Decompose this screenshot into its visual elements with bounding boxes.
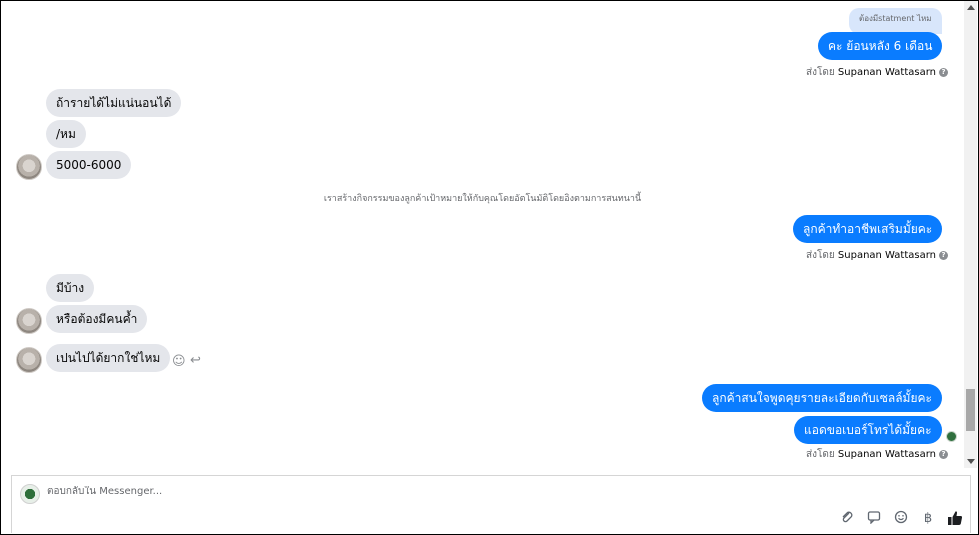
message-bubble-incoming[interactable]: ถ้ารายได้ไม่แน่นอนได้ bbox=[46, 89, 182, 117]
reply-input[interactable] bbox=[47, 486, 647, 497]
baht-icon[interactable]: ฿ bbox=[919, 510, 937, 528]
paperclip-icon[interactable] bbox=[838, 510, 856, 528]
message-bubble-incoming[interactable]: เปนไปได้ยากใช่ไหม bbox=[46, 344, 171, 372]
message-bubble-incoming[interactable]: มีบ้าง bbox=[46, 274, 95, 302]
thread-scrollbar[interactable] bbox=[964, 1, 977, 468]
sender-name: Supanan Wattasarn bbox=[837, 67, 937, 78]
scroll-up-arrow-icon[interactable] bbox=[967, 5, 975, 10]
emoji-icon[interactable] bbox=[892, 510, 910, 528]
sender-name: Supanan Wattasarn bbox=[837, 449, 937, 460]
message-thread: ต้องมีstatment ไหม คะ ย้อนหลัง 6 เดือน ส… bbox=[1, 1, 964, 468]
message-bubble-incoming[interactable]: หรือต้องมีคนค้ำ bbox=[46, 305, 148, 333]
scroll-down-arrow-icon[interactable] bbox=[967, 459, 975, 464]
sent-by-label: ส่งโดย Supanan Wattasarn? bbox=[806, 248, 949, 263]
smiley-icon[interactable]: ☺ bbox=[172, 354, 186, 369]
message-bubble-incoming[interactable]: 5000-6000 bbox=[46, 151, 132, 179]
help-icon[interactable]: ? bbox=[939, 250, 949, 260]
message-bubble-outgoing[interactable]: ลูกค้าสนใจพูดคุยรายละเอียดกับเซลล์มั้ยคะ bbox=[702, 384, 942, 412]
thumbs-up-icon[interactable] bbox=[946, 510, 964, 528]
message-bubble-outgoing[interactable]: คะ ย้อนหลัง 6 เดือน bbox=[818, 32, 943, 60]
message-bubble-outgoing[interactable]: แอดขอเบอร์โทรได้มั้ยคะ bbox=[794, 416, 942, 444]
contact-avatar[interactable] bbox=[16, 347, 42, 373]
sent-by-label: ส่งโดย Supanan Wattasarn? bbox=[806, 447, 949, 462]
sent-by-prefix: ส่งโดย bbox=[806, 449, 835, 460]
sent-by-label: ส่งโดย Supanan Wattasarn? bbox=[806, 65, 949, 80]
reply-arrow-icon[interactable]: ↩ bbox=[190, 353, 201, 368]
message-bubble-incoming[interactable]: /หม bbox=[46, 120, 86, 148]
sticker-icon[interactable] bbox=[865, 510, 883, 528]
sender-name: Supanan Wattasarn bbox=[837, 250, 937, 261]
reply-composer: ฿ bbox=[11, 475, 971, 533]
help-icon[interactable]: ? bbox=[939, 67, 949, 77]
seen-avatar-icon bbox=[946, 431, 957, 442]
page-avatar bbox=[20, 484, 40, 504]
help-icon[interactable]: ? bbox=[939, 449, 949, 459]
sent-by-prefix: ส่งโดย bbox=[806, 67, 835, 78]
message-bubble-outgoing[interactable]: ลูกค้าทำอาชีพเสริมมั้ยคะ bbox=[793, 215, 943, 243]
contact-avatar[interactable] bbox=[16, 154, 42, 180]
contact-avatar[interactable] bbox=[16, 308, 42, 334]
system-note: เราสร้างกิจกรรมของลูกค้าเป้าหมายให้กับคุ… bbox=[323, 194, 642, 204]
scroll-thumb[interactable] bbox=[966, 389, 975, 431]
replied-message-quote[interactable]: ต้องมีstatment ไหม bbox=[849, 8, 942, 34]
sent-by-prefix: ส่งโดย bbox=[806, 250, 835, 261]
